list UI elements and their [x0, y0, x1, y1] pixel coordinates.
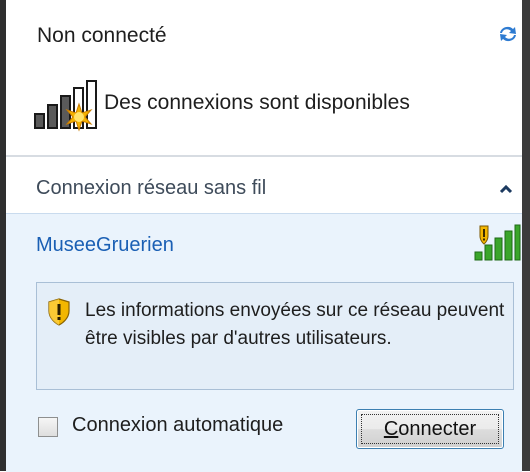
connect-button-label: Connecter [357, 418, 503, 441]
chevron-up-icon[interactable] [497, 182, 515, 196]
security-warning-text: Les informations envoyées sur ce réseau … [85, 300, 505, 349]
auto-connect-label[interactable]: Connexion automatique [72, 414, 283, 437]
network-name: MuseeGruerien [36, 234, 174, 256]
connection-status-title: Non connecté [37, 24, 167, 47]
divider [6, 155, 522, 157]
network-item-expanded[interactable]: MuseeGruerien Les informations envoyées … [6, 213, 522, 472]
refresh-arrows-icon[interactable] [494, 20, 522, 48]
wireless-section-title[interactable]: Connexion réseau sans fil [36, 177, 266, 200]
connect-button-label-rest: onnecter [398, 418, 477, 440]
wifi-signal-unsecured-icon [474, 224, 521, 261]
wireless-available-icon [34, 80, 97, 132]
security-warning-box: Les informations envoyées sur ce réseau … [36, 282, 514, 390]
connect-button-mnemonic: C [383, 418, 399, 440]
auto-connect-checkbox[interactable] [38, 417, 58, 437]
security-shield-icon [48, 298, 70, 326]
connections-available-text: Des connexions sont disponibles [104, 91, 410, 114]
connect-button[interactable]: Connecter [356, 409, 504, 449]
